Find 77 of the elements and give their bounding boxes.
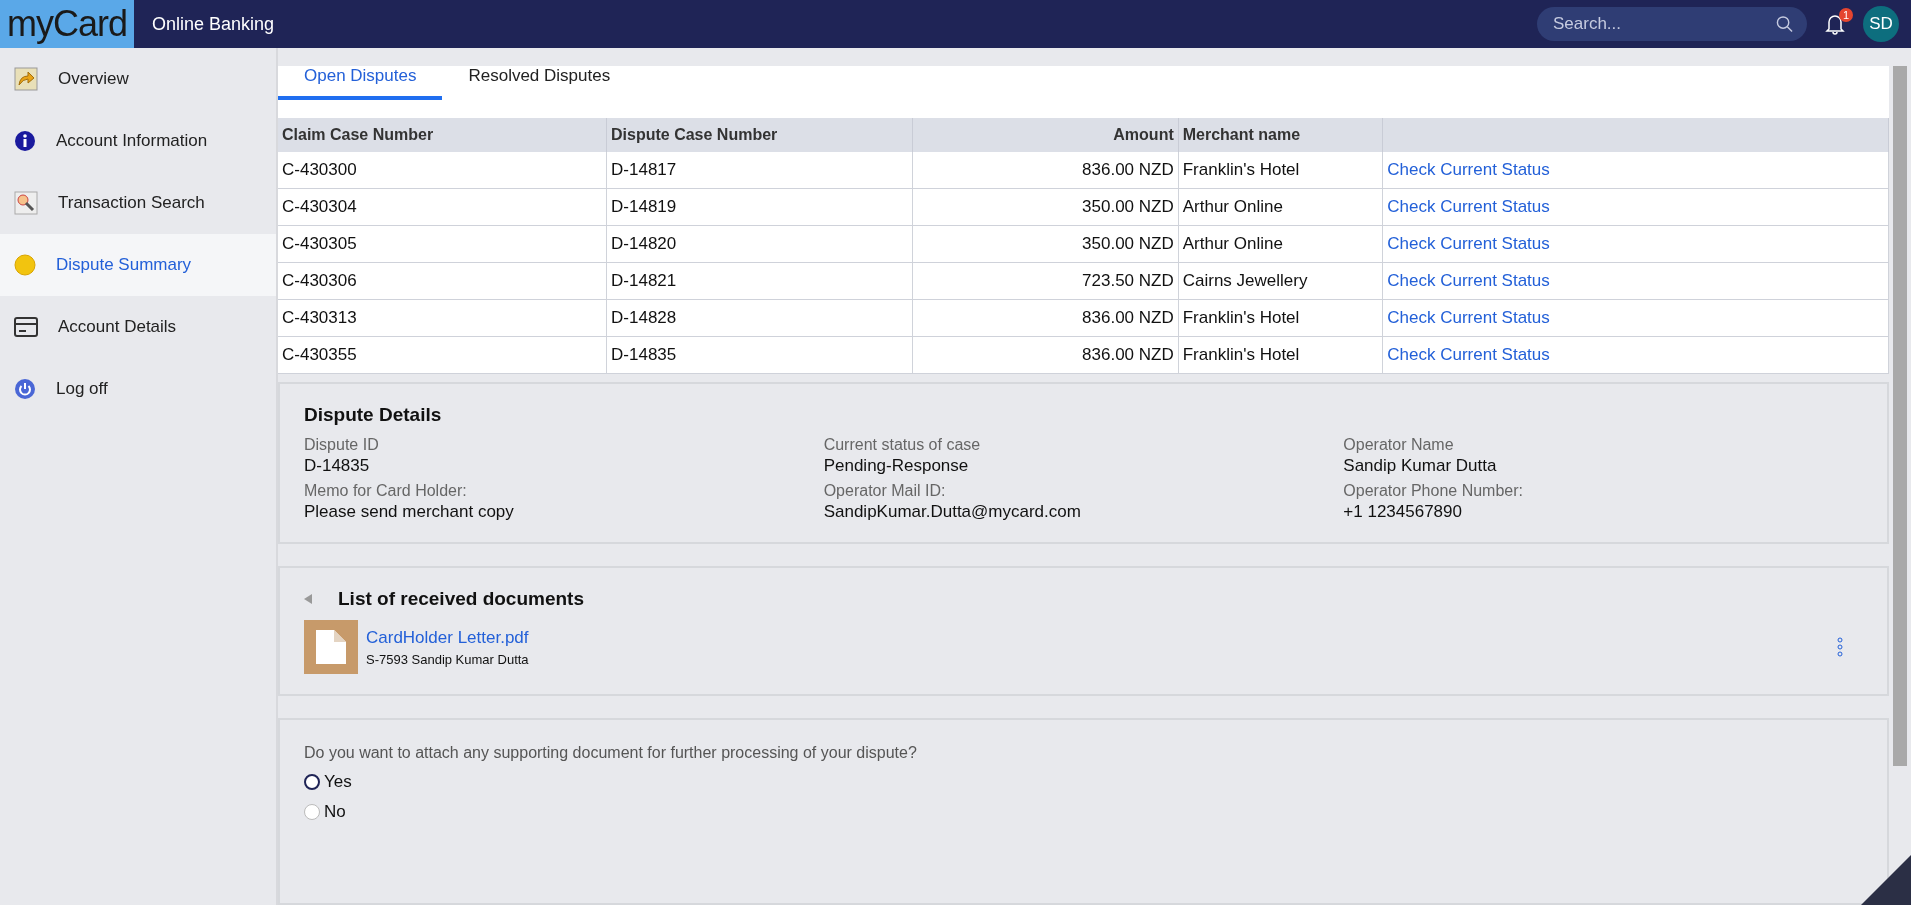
sidebar-item[interactable]: Transaction Search — [0, 172, 276, 234]
table-cell: C-430300 — [278, 152, 607, 189]
field-value: Sandip Kumar Dutta — [1343, 456, 1498, 476]
field-value: Pending-Response — [823, 456, 970, 476]
table-cell: C-430313 — [278, 299, 607, 337]
sidebar-item[interactable]: Overview — [0, 48, 276, 110]
status-link[interactable]: Check Current Status — [1387, 197, 1550, 216]
field-label: Current status of case — [823, 436, 982, 454]
notification-badge: 1 — [1839, 8, 1853, 22]
table-cell: 723.50 NZD — [912, 262, 1179, 300]
column-header: Merchant name — [1178, 118, 1383, 152]
field-label: Operator Phone Number: — [1343, 482, 1524, 500]
settings-corner[interactable] — [1861, 855, 1911, 905]
section-title: Dispute Details — [304, 404, 443, 426]
table-cell: C-430305 — [278, 225, 607, 263]
search-field[interactable]: Search... — [1551, 13, 1776, 35]
user-avatar[interactable]: SD — [1863, 6, 1899, 42]
table-cell: D-14817 — [606, 152, 913, 189]
table-cell: Arthur Online — [1178, 225, 1383, 263]
card-icon — [14, 317, 38, 337]
sidebar-item[interactable]: Account Details — [0, 296, 276, 358]
table-cell: D-14828 — [606, 299, 913, 337]
table-cell: Arthur Online — [1178, 188, 1383, 226]
table-cell: C-430304 — [278, 188, 607, 226]
file-icon — [304, 620, 358, 674]
table-cell: Franklin's Hotel — [1178, 336, 1383, 374]
table-cell: 836.00 NZD — [912, 152, 1179, 189]
status-link[interactable]: Check Current Status — [1387, 345, 1550, 364]
sidebar-item[interactable]: Dispute Summary — [0, 234, 276, 296]
tab[interactable]: Resolved Disputes — [442, 66, 637, 100]
document-meta: S-7593 Sandip Kumar Dutta — [366, 651, 530, 667]
circle-icon — [14, 254, 36, 276]
status-link[interactable]: Check Current Status — [1387, 271, 1550, 290]
tab[interactable]: Open Disputes — [278, 66, 443, 100]
table-cell: 350.00 NZD — [912, 188, 1179, 226]
logo[interactable]: myCard — [0, 0, 134, 48]
status-link[interactable]: Check Current Status — [1387, 234, 1550, 253]
table-cell: D-14821 — [606, 262, 913, 300]
table-cell: D-14819 — [606, 188, 913, 226]
status-link[interactable]: Check Current Status — [1387, 308, 1550, 327]
section-title: List of received documents — [338, 588, 584, 610]
field-label: Operator Name — [1343, 436, 1455, 454]
column-header: Claim Case Number — [278, 118, 607, 152]
bell-icon[interactable] — [1825, 13, 1845, 35]
more-icon[interactable] — [1837, 637, 1843, 657]
radio-option[interactable]: No — [304, 802, 1863, 822]
table-cell: 350.00 NZD — [912, 225, 1179, 263]
power-icon — [14, 378, 36, 400]
app-title: Online Banking — [152, 13, 276, 35]
column-header: Amount — [912, 118, 1179, 152]
table-cell: C-430355 — [278, 336, 607, 374]
question-text: Do you want to attach any supporting document for further processing of your dispute? — [304, 744, 918, 762]
table-cell: Cairns Jewellery — [1178, 262, 1383, 300]
field-label: Operator Mail ID: — [823, 482, 947, 500]
table-cell: 836.00 NZD — [912, 299, 1179, 337]
table-cell: C-430306 — [278, 262, 607, 300]
field-value: D-14835 — [304, 456, 371, 476]
field-value: SandipKumar.Dutta@mycard.com — [823, 502, 1082, 522]
info-icon — [14, 130, 36, 152]
sidebar-item[interactable]: Log off — [0, 358, 276, 420]
magnifier-icon — [14, 191, 38, 215]
search-icon[interactable] — [1776, 15, 1793, 33]
table-cell: D-14820 — [606, 225, 913, 263]
table-cell: D-14835 — [606, 336, 913, 374]
document-link[interactable]: CardHolder Letter.pdf — [366, 627, 1829, 648]
table-cell: 836.00 NZD — [912, 336, 1179, 374]
field-value: +1 1234567890 — [1343, 502, 1463, 522]
field-label: Memo for Card Holder: — [304, 482, 468, 500]
column-header: Dispute Case Number — [606, 118, 913, 152]
table-cell: Franklin's Hotel — [1178, 152, 1383, 189]
table-cell: Franklin's Hotel — [1178, 299, 1383, 337]
search-bar[interactable]: Search... — [1537, 7, 1807, 41]
field-label: Dispute ID — [304, 436, 380, 454]
sidebar-item[interactable]: Account Information — [0, 110, 276, 172]
radio-option[interactable]: Yes — [304, 772, 1863, 792]
field-value: Please send merchant copy — [304, 502, 515, 522]
status-link[interactable]: Check Current Status — [1387, 160, 1550, 179]
